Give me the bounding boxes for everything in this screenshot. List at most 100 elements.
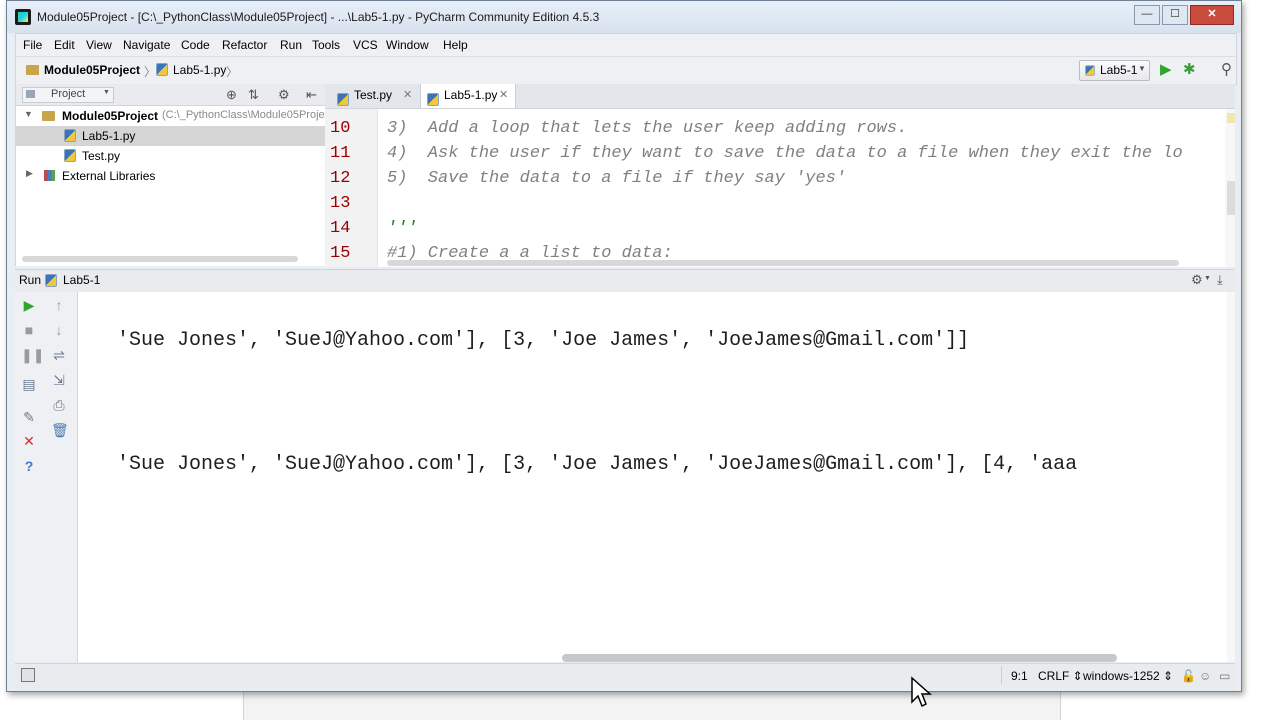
- pin-icon[interactable]: ✎: [21, 409, 37, 425]
- scroll-thumb[interactable]: [1227, 181, 1235, 215]
- menu-refactor[interactable]: Refactor: [222, 38, 267, 52]
- tree-item-lab5-1[interactable]: Lab5-1.py: [16, 126, 325, 146]
- python-file-icon: [427, 93, 439, 106]
- collapse-all-icon[interactable]: ⇅: [248, 87, 259, 103]
- breadcrumb-separator-end: 〉: [226, 65, 239, 79]
- window-title: Module05Project - [C:\_PythonClass\Modul…: [37, 10, 600, 24]
- console-horizontal-scrollbar[interactable]: [562, 654, 1117, 662]
- line-number: 13: [330, 194, 351, 213]
- close-button[interactable]: ✕: [1190, 5, 1234, 25]
- print-icon[interactable]: ⎙: [51, 397, 67, 413]
- pycharm-window: Module05Project - [C:\_PythonClass\Modul…: [6, 0, 1242, 692]
- menu-vcs[interactable]: VCS: [353, 38, 378, 52]
- scroll-marker: [1227, 113, 1235, 123]
- close-tab-icon[interactable]: ✕: [499, 84, 508, 106]
- pycharm-logo-icon: [15, 9, 31, 25]
- folder-icon: [26, 65, 39, 75]
- run-panel-label: Run: [19, 273, 42, 287]
- line-number-gutter: 10 11 12 13 14 15: [325, 109, 378, 267]
- inspector-icon[interactable]: ☺: [1199, 669, 1211, 683]
- down-arrow-icon[interactable]: ↓: [51, 322, 67, 338]
- editor-horizontal-scrollbar[interactable]: [387, 260, 1179, 266]
- expand-arrow-icon[interactable]: ▼: [24, 109, 33, 119]
- menu-code[interactable]: Code: [181, 38, 210, 52]
- code-line: 5) Save the data to a file if they say '…: [387, 169, 847, 188]
- project-view-icon: [26, 90, 35, 98]
- chevron-down-icon: ▼: [103, 89, 110, 96]
- menu-navigate[interactable]: Navigate: [123, 38, 170, 52]
- code-line: ''': [387, 219, 418, 238]
- chevron-down-icon: ▼: [1138, 64, 1146, 73]
- project-view-dropdown[interactable]: Project ▼: [22, 87, 114, 103]
- tab-lab5-1[interactable]: Lab5-1.py ✕: [420, 84, 516, 108]
- status-bar: 9:1 CRLF ⇕ windows-1252 ⇕ 🔓 ☺ ▭: [15, 663, 1235, 688]
- rerun-icon[interactable]: ▶: [21, 297, 37, 313]
- run-icon[interactable]: ▶: [1160, 62, 1172, 77]
- hide-panel-icon[interactable]: ⤓: [1217, 272, 1223, 288]
- line-separator[interactable]: CRLF ⇕: [1038, 669, 1083, 683]
- help-icon[interactable]: ?: [21, 458, 37, 474]
- menu-view[interactable]: View: [86, 38, 112, 52]
- close-tab-icon[interactable]: ✕: [403, 84, 412, 106]
- soft-wrap-icon[interactable]: ⇌: [51, 347, 67, 363]
- caret-position[interactable]: 9:1: [1011, 669, 1028, 683]
- restore-layout-icon[interactable]: ▤: [21, 376, 37, 392]
- project-horizontal-scrollbar[interactable]: [22, 256, 298, 262]
- locate-file-icon[interactable]: ⊕: [226, 87, 237, 103]
- tab-test[interactable]: Test.py ✕: [331, 84, 419, 108]
- menu-edit[interactable]: Edit: [54, 38, 75, 52]
- gear-icon[interactable]: ⚙: [278, 87, 290, 103]
- maximize-button[interactable]: ☐: [1162, 5, 1188, 25]
- up-arrow-icon[interactable]: ↑: [51, 297, 67, 313]
- editor-vertical-scrollbar[interactable]: [1225, 109, 1235, 267]
- debug-bug-icon[interactable]: ✱: [1183, 62, 1196, 77]
- run-panel-header: Run Lab5-1 ⚙ ▼ ⤓: [15, 269, 1235, 293]
- run-config-dropdown[interactable]: Lab5-1 ▼: [1079, 60, 1150, 81]
- menu-window[interactable]: Window: [386, 38, 429, 52]
- search-icon[interactable]: ⚲: [1221, 62, 1232, 77]
- hide-panel-icon[interactable]: ⇤: [306, 87, 317, 103]
- gear-icon[interactable]: ⚙: [1191, 272, 1203, 288]
- editor-tabs: Test.py ✕ Lab5-1.py ✕: [325, 84, 1235, 109]
- encoding[interactable]: windows-1252 ⇕: [1083, 669, 1173, 683]
- lock-icon[interactable]: 🔓: [1181, 669, 1196, 683]
- line-number: 15: [330, 244, 351, 263]
- scroll-to-end-icon[interactable]: ⇲: [51, 372, 67, 388]
- menu-bar: File Edit View Navigate Code Refactor Ru…: [15, 33, 1237, 56]
- tree-item-external-libraries[interactable]: ▶ External Libraries: [16, 166, 325, 186]
- tree-item-test[interactable]: Test.py: [16, 146, 325, 166]
- menu-file[interactable]: File: [23, 38, 42, 52]
- collapsed-arrow-icon[interactable]: ▶: [26, 168, 33, 179]
- breadcrumb-project[interactable]: Module05Project: [26, 63, 140, 77]
- breadcrumb-file[interactable]: Lab5-1.py: [156, 63, 226, 77]
- close-run-icon[interactable]: ✕: [21, 433, 37, 449]
- python-file-icon: [156, 63, 168, 76]
- minimize-button[interactable]: —: [1134, 5, 1160, 25]
- run-console-output[interactable]: 'Sue Jones', 'SueJ@Yahoo.com'], [3, 'Joe…: [78, 292, 1227, 662]
- project-panel: Project ▼ ⊕ ⇅ ⚙ ⇤ ▼ Module05Project (C:\…: [15, 84, 333, 266]
- line-number: 14: [330, 219, 351, 238]
- menu-run[interactable]: Run: [280, 38, 302, 52]
- menu-help[interactable]: Help: [443, 38, 468, 52]
- menu-tools[interactable]: Tools: [312, 38, 340, 52]
- run-toolbar: ▶ ■ ❚❚ ▤ ✎ ✕ ? ↑ ↓ ⇌ ⇲ ⎙ 🗑: [15, 292, 78, 662]
- python-file-icon: [64, 129, 76, 142]
- line-number: 10: [330, 119, 351, 138]
- project-panel-header: Project ▼ ⊕ ⇅ ⚙ ⇤: [16, 84, 325, 106]
- python-file-icon: [45, 274, 57, 287]
- run-config-label: Lab5-1: [63, 273, 101, 287]
- console-vertical-scrollbar[interactable]: [1227, 292, 1235, 662]
- chevron-down-icon[interactable]: ▼: [1204, 275, 1211, 282]
- tree-root-module05project[interactable]: ▼ Module05Project (C:\_PythonClass\Modul…: [16, 106, 333, 126]
- pause-icon[interactable]: ❚❚: [21, 347, 44, 363]
- title-bar: Module05Project - [C:\_PythonClass\Modul…: [7, 1, 1241, 33]
- folder-icon: [42, 111, 55, 121]
- python-file-icon: [64, 149, 76, 162]
- code-editor[interactable]: 10 11 12 13 14 15 3) Add a loop that let…: [325, 109, 1235, 267]
- event-log-icon[interactable]: ▭: [1219, 669, 1230, 683]
- background-window-strip: [243, 690, 1061, 720]
- breadcrumb-separator: 〉: [144, 65, 157, 79]
- stop-icon[interactable]: ■: [21, 322, 37, 338]
- trash-icon[interactable]: 🗑: [51, 422, 69, 438]
- tool-windows-icon[interactable]: [21, 668, 35, 682]
